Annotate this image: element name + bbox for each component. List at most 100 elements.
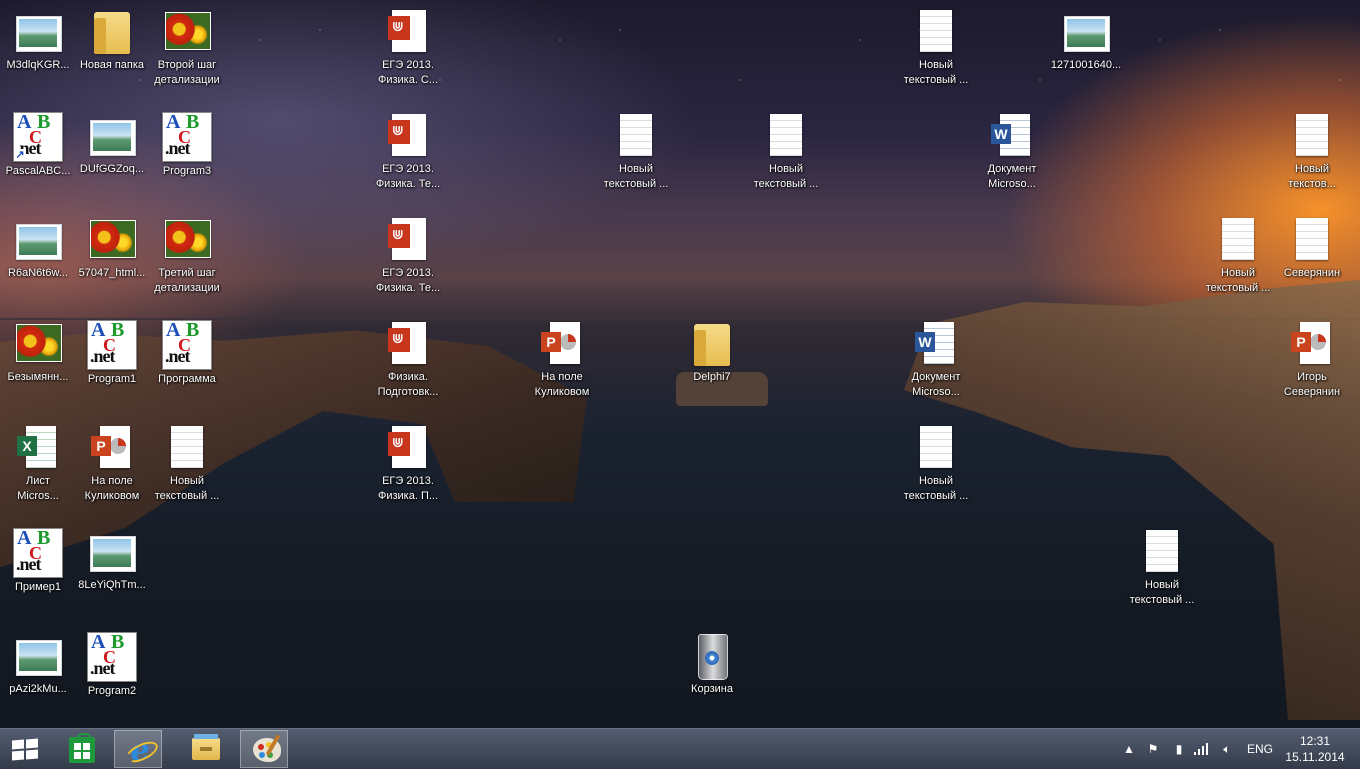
desktop-icon-recycle[interactable]: Корзина (674, 628, 750, 720)
desktop-icon-pazi[interactable]: pAzi2kMu... (0, 628, 76, 720)
picture-file-icon (14, 216, 62, 264)
network-signal-icon[interactable] (1194, 729, 1212, 769)
desktop-icon-label: Новый текстовый ... (154, 475, 220, 502)
desktop-icon-label: ЕГЭ 2013. Физика. Те... (375, 267, 441, 294)
internet-explorer-button[interactable]: e (114, 730, 162, 768)
desktop-icon-ege1[interactable]: ⋓ ЕГЭ 2013. Физика. С... (370, 4, 446, 96)
desktop-icon-label: Программа (158, 373, 216, 385)
pdf-file-icon: ⋓ (384, 8, 432, 56)
desktop-icon-severyanin[interactable]: Северянин (1274, 212, 1350, 304)
paint-palette-icon (253, 738, 281, 762)
desktop-icon-label: Новая папка (79, 59, 145, 71)
text-file-icon (612, 112, 660, 160)
desktop-icon-step3[interactable]: Третий шаг детализации (149, 212, 225, 304)
start-button[interactable] (0, 730, 48, 768)
desktop-icon-txt-right1[interactable]: Новый текстов... (1274, 108, 1350, 200)
desktop-icon-label: Физика. Подготовк... (377, 371, 439, 398)
desktop-icon-program2[interactable]: A B C .net Program2 (74, 628, 150, 720)
desktop-icon-label: Лист Micros... (17, 475, 59, 502)
desktop-icon-label: Delphi7 (693, 371, 731, 383)
pascalabc-file-icon: A B C .net (87, 319, 137, 370)
pascalabc-shortcut-icon: A B C .net ↗ (13, 111, 63, 162)
store-icon (69, 733, 95, 763)
desktop-icon-txt-e[interactable]: Новый текстовый ... (1124, 524, 1200, 616)
desktop-icon-label: Корзина (691, 683, 733, 695)
desktop-icon-txt-a[interactable]: Новый текстовый ... (598, 108, 674, 200)
action-center-flag-icon[interactable]: ⚑ (1144, 729, 1162, 769)
show-hidden-icons-arrow[interactable]: ▲ (1122, 729, 1136, 769)
text-file-icon (912, 8, 960, 56)
desktop-icon-kulikovo2[interactable]: P На поле Куликовом (74, 420, 150, 512)
desktop-icon-kulikovo1[interactable]: P На поле Куликовом (524, 316, 600, 408)
desktop-icon-label: Новый текстовый ... (903, 59, 969, 86)
folder-icon (192, 734, 220, 760)
desktop-icon-label: 57047_html... (78, 267, 146, 279)
image-file-icon (88, 216, 136, 264)
pdf-file-icon: ⋓ (384, 112, 432, 160)
pascalabc-file-icon: A B C .net (162, 319, 212, 370)
desktop-icon-label: PascalABC... (5, 165, 71, 177)
picture-file-icon (88, 112, 136, 160)
desktop-icon-txt-c[interactable]: Новый текстовый ... (149, 420, 225, 512)
desktop-icon-doc1[interactable]: W Документ Microso... (974, 108, 1050, 200)
desktop-icon-excel[interactable]: X Лист Micros... (0, 420, 76, 512)
desktop-icon-ege3[interactable]: ⋓ ЕГЭ 2013. Физика. Те... (370, 212, 446, 304)
desktop-icon-dufgg[interactable]: DUfGGZoq... (74, 108, 150, 200)
desktop-icon-programma[interactable]: A B C .net Программа (149, 316, 225, 408)
desktop-icon-delphi7[interactable]: Delphi7 (674, 316, 750, 408)
store-button[interactable] (57, 730, 105, 768)
power-icon[interactable]: ▮ (1170, 729, 1188, 769)
desktop-icon-igor[interactable]: P Игорь Северянин (1274, 316, 1350, 408)
desktop-icon-label: R6aN6t6w... (8, 267, 68, 279)
pdf-file-icon: ⋓ (384, 320, 432, 368)
folder-icon (688, 320, 736, 368)
desktop-icon-label: DUfGGZoq... (79, 163, 145, 175)
recycle-bin-icon (688, 632, 736, 680)
desktop-icon-label: Документ Microso... (987, 163, 1037, 190)
desktop-icon-m3dlq[interactable]: M3dlqKGR... (0, 4, 76, 96)
desktop-icon-label: Пример1 (14, 581, 62, 593)
desktop-icon-txt-right2[interactable]: Новый текстовый ... (1200, 212, 1276, 304)
pdf-file-icon: ⋓ (384, 424, 432, 472)
text-file-icon (912, 424, 960, 472)
powerpoint-file-icon: P (1288, 320, 1336, 368)
desktop-icon-label: Северянин (1283, 267, 1341, 279)
desktop-icon-r6an[interactable]: R6aN6t6w... (0, 212, 76, 304)
paint-button[interactable] (240, 730, 288, 768)
desktop-icon-pascalabc[interactable]: A B C .net ↗ PascalABC... (0, 108, 76, 200)
desktop-icon-txt-b[interactable]: Новый текстовый ... (748, 108, 824, 200)
picture-file-icon (88, 528, 136, 576)
desktop-icon-html57047[interactable]: 57047_html... (74, 212, 150, 304)
desktop-icon-label: Документ Microso... (911, 371, 961, 398)
pascalabc-file-icon: A B C .net (13, 527, 63, 578)
desktop-icon-ege2[interactable]: ⋓ ЕГЭ 2013. Физика. Те... (370, 108, 446, 200)
text-file-icon (1288, 216, 1336, 264)
word-document-icon: W (988, 112, 1036, 160)
desktop-icon-program1[interactable]: A B C .net Program1 (74, 316, 150, 408)
desktop-icon-program3[interactable]: A B C .net Program3 (149, 108, 225, 200)
desktop-icon-ege4[interactable]: ⋓ ЕГЭ 2013. Физика. П... (370, 420, 446, 512)
clock-date: 15.11.2014 (1285, 750, 1345, 764)
desktop-icon-doc2[interactable]: W Документ Microso... (898, 316, 974, 408)
desktop-icon-step2[interactable]: Второй шаг детализации (149, 4, 225, 96)
desktop-icon-img127[interactable]: 1271001640... (1048, 4, 1124, 96)
desktop-icon-nameless[interactable]: Безымянн... (0, 316, 76, 408)
desktop-icon-primer1[interactable]: A B C .net Пример1 (0, 524, 76, 616)
desktop-icon-label: Новый текстовый ... (1205, 267, 1271, 294)
file-explorer-button[interactable] (180, 730, 228, 768)
desktop-icon-new-folder[interactable]: Новая папка (74, 4, 150, 96)
desktop-icon-txt-top1[interactable]: Новый текстовый ... (898, 4, 974, 96)
desktop-icon-label: Безымянн... (7, 371, 69, 383)
desktop-icon-label: Program1 (87, 373, 137, 385)
desktop-icon-8leyi[interactable]: 8LeYiQhTm... (74, 524, 150, 616)
image-file-icon (163, 216, 211, 264)
clock[interactable]: 12:31 15.11.2014 (1285, 733, 1345, 765)
volume-icon[interactable]: 🔈︎ (1218, 729, 1236, 769)
desktop-icon-physics-prep[interactable]: ⋓ Физика. Подготовк... (370, 316, 446, 408)
desktop-icon-label: Program2 (87, 685, 137, 697)
desktop-icon-txt-d[interactable]: Новый текстовый ... (898, 420, 974, 512)
language-indicator[interactable]: ENG (1246, 729, 1274, 769)
powerpoint-file-icon: P (88, 424, 136, 472)
text-file-icon (1214, 216, 1262, 264)
picture-file-icon (14, 8, 62, 56)
